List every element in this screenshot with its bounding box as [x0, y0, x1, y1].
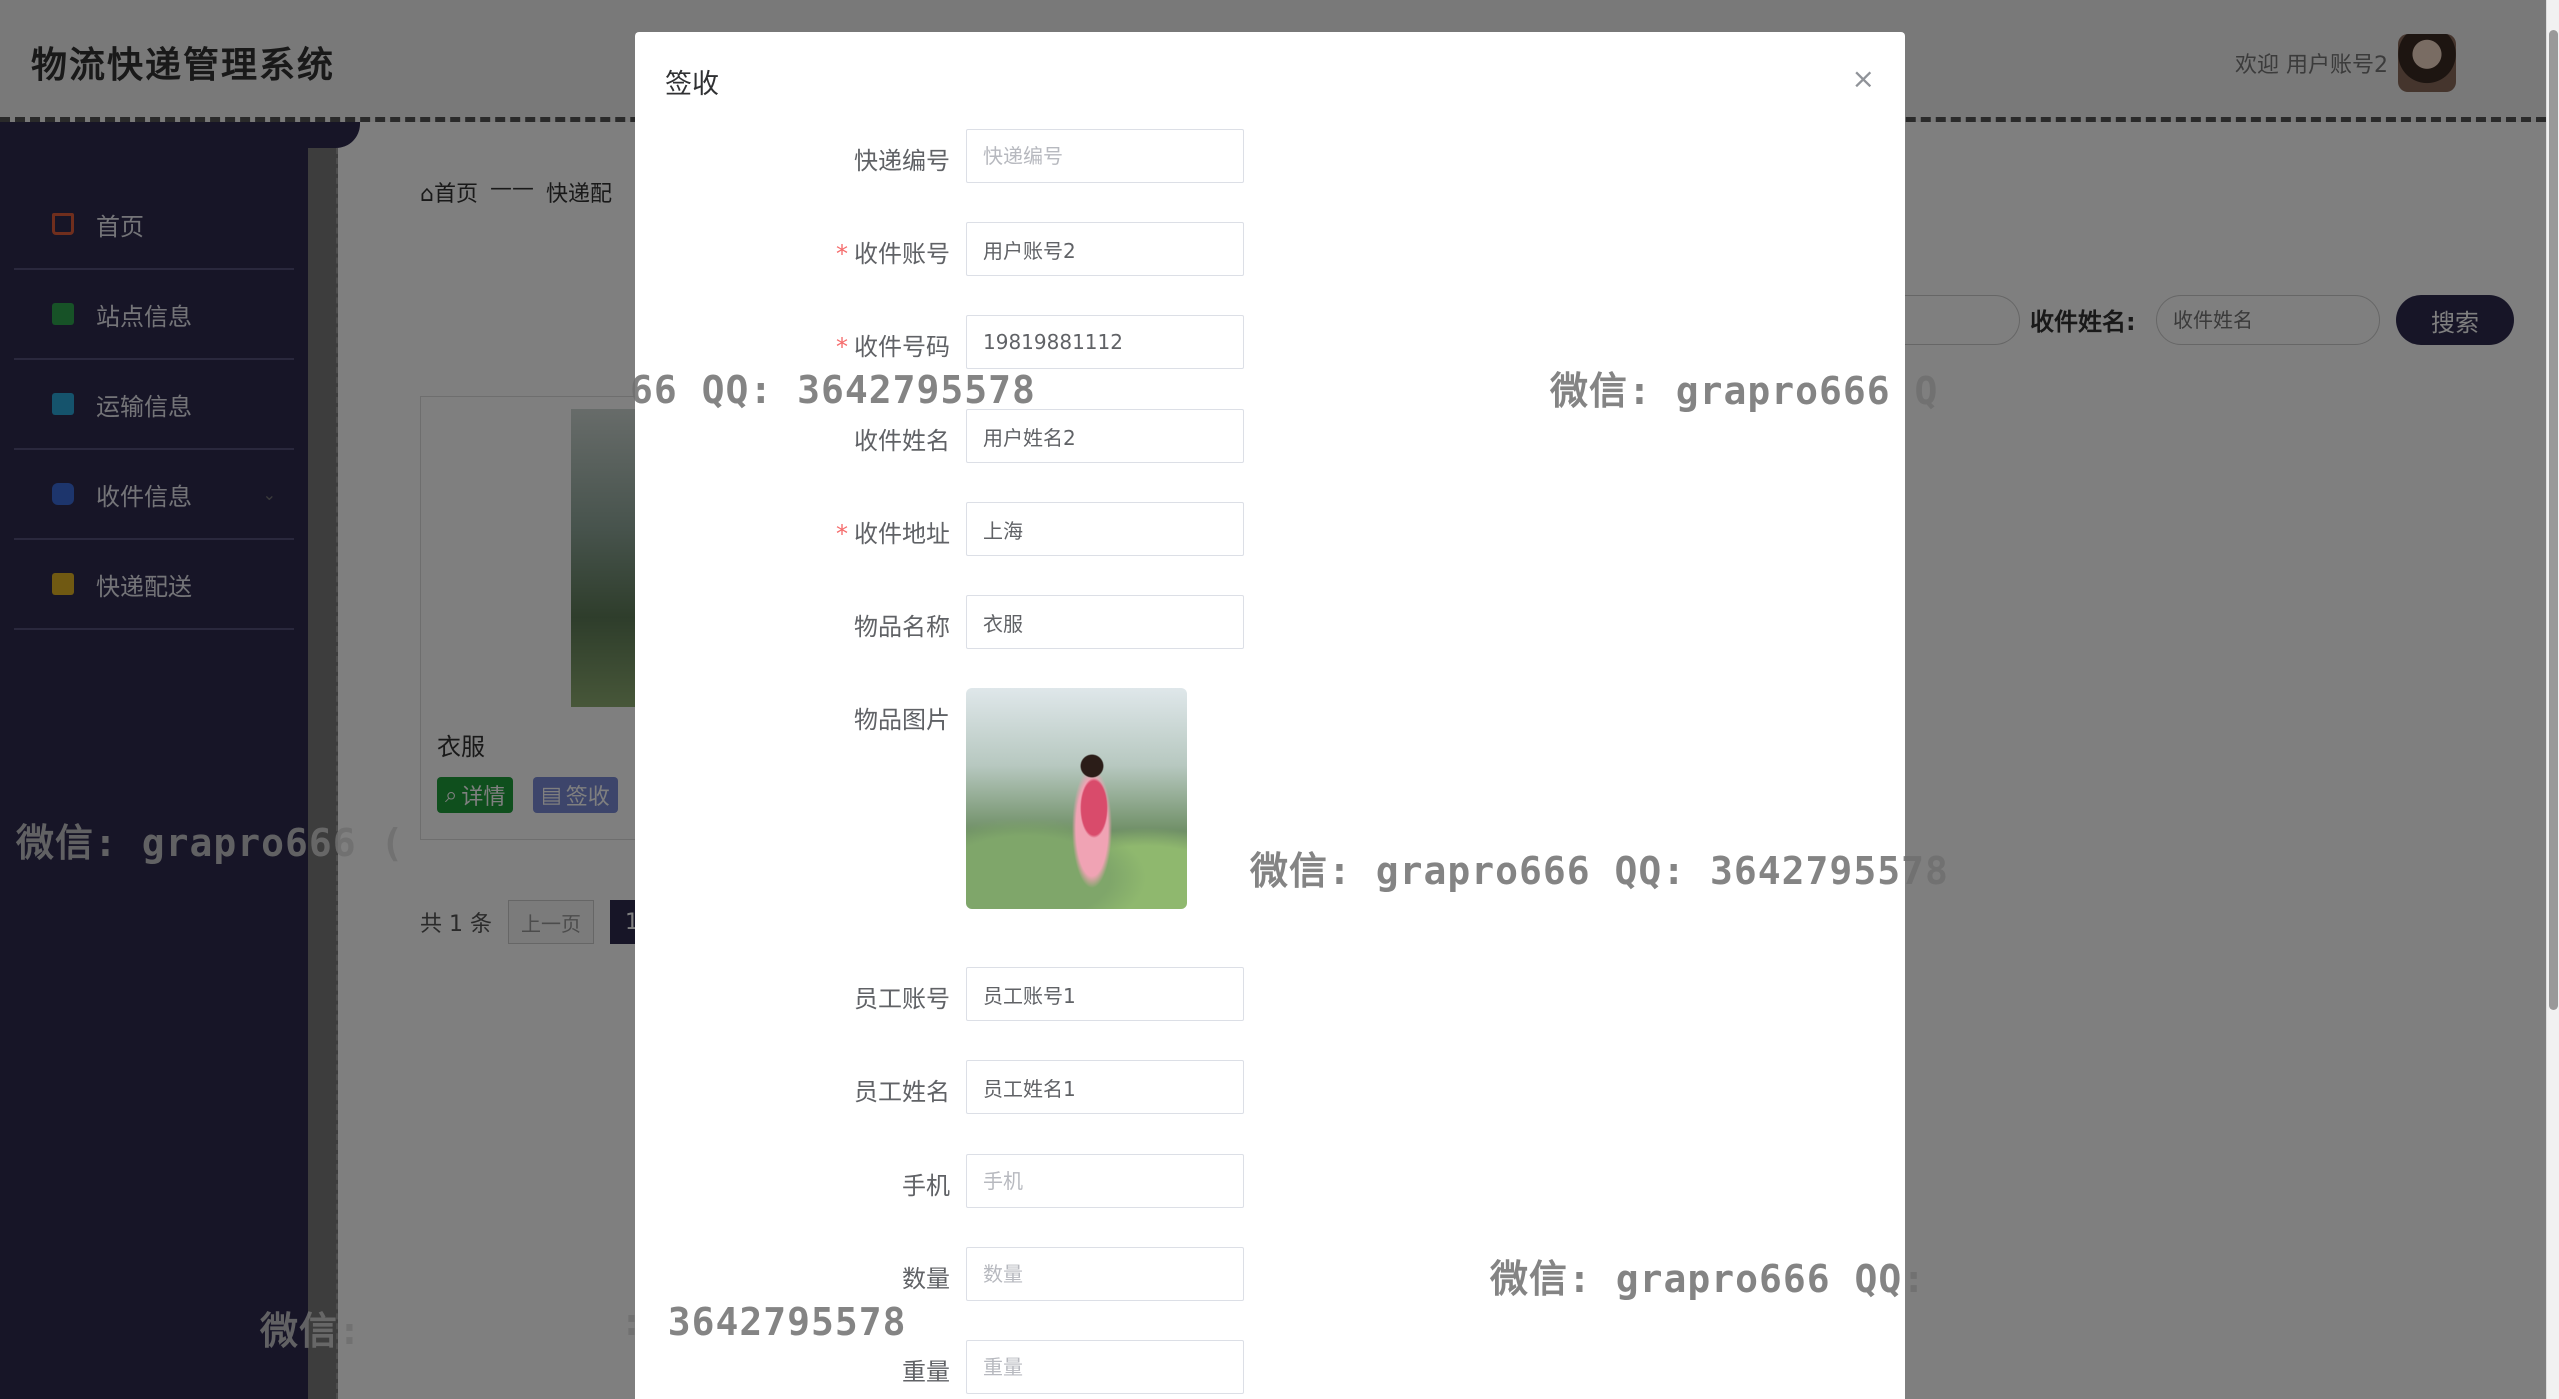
- form-label: * 收件地址: [836, 520, 950, 548]
- watermark: : 3642795578: [620, 1300, 907, 1344]
- watermark: 微信: grapro666 QQ:: [1490, 1257, 1927, 1301]
- required-mark: *: [836, 520, 848, 548]
- receiver-address-field[interactable]: [966, 502, 1244, 556]
- watermark: 66 QQ: 3642795578: [630, 368, 1036, 412]
- tracking-number-field[interactable]: [966, 129, 1244, 183]
- required-mark: *: [836, 333, 848, 361]
- form-label: 快递编号: [854, 147, 950, 175]
- staff-name-field[interactable]: [966, 1060, 1244, 1114]
- mobile-field[interactable]: [966, 1154, 1244, 1208]
- quantity-field[interactable]: [966, 1247, 1244, 1301]
- weight-field[interactable]: [966, 1340, 1244, 1394]
- sign-dialog: 签收 × 快递编号 *收件账号 *收件号码 收件姓名 *收件地址 物品名称 物品…: [635, 32, 1905, 1399]
- form-label: 员工账号: [854, 985, 950, 1013]
- item-photo[interactable]: [966, 688, 1187, 909]
- watermark: 微信: grapro666 (: [16, 821, 405, 865]
- form-label: 重量: [902, 1358, 950, 1386]
- form-row-receiver-account: * 收件账号: [635, 222, 1905, 278]
- form-label: 员工姓名: [854, 1078, 950, 1106]
- staff-account-field[interactable]: [966, 967, 1244, 1021]
- scrollbar[interactable]: [2546, 0, 2559, 1399]
- form-label: 手机: [902, 1172, 950, 1200]
- watermark: 微信: grapro666 QQ: 3642795578: [1250, 849, 1949, 893]
- form-row-receiver-address: * 收件地址: [635, 502, 1905, 558]
- watermark: 微信: grapro666 Q: [1550, 369, 1939, 413]
- form-label: 收件姓名: [854, 427, 950, 455]
- form-row-item-name: 物品名称: [635, 595, 1905, 651]
- form-row-weight: 重量: [635, 1340, 1905, 1396]
- receiver-phone-field[interactable]: [966, 315, 1244, 369]
- scrollbar-thumb[interactable]: [2549, 30, 2558, 1010]
- form-label: * 收件账号: [836, 240, 950, 268]
- item-name-field[interactable]: [966, 595, 1244, 649]
- form-label: 数量: [902, 1265, 950, 1293]
- form-label: 物品图片: [854, 706, 950, 734]
- watermark: 微信:: [260, 1309, 362, 1353]
- receiver-name-field[interactable]: [966, 409, 1244, 463]
- close-icon[interactable]: ×: [1852, 62, 1875, 95]
- receiver-account-field[interactable]: [966, 222, 1244, 276]
- form-row-receiver-name: 收件姓名: [635, 409, 1905, 465]
- form-row-mobile: 手机: [635, 1154, 1905, 1210]
- form-row-tracking-number: 快递编号: [635, 129, 1905, 185]
- dialog-title: 签收: [665, 69, 719, 100]
- form-label: * 收件号码: [836, 333, 950, 361]
- form-row-staff-account: 员工账号: [635, 967, 1905, 1023]
- form-row-staff-name: 员工姓名: [635, 1060, 1905, 1116]
- required-mark: *: [836, 240, 848, 268]
- form-label: 物品名称: [854, 613, 950, 641]
